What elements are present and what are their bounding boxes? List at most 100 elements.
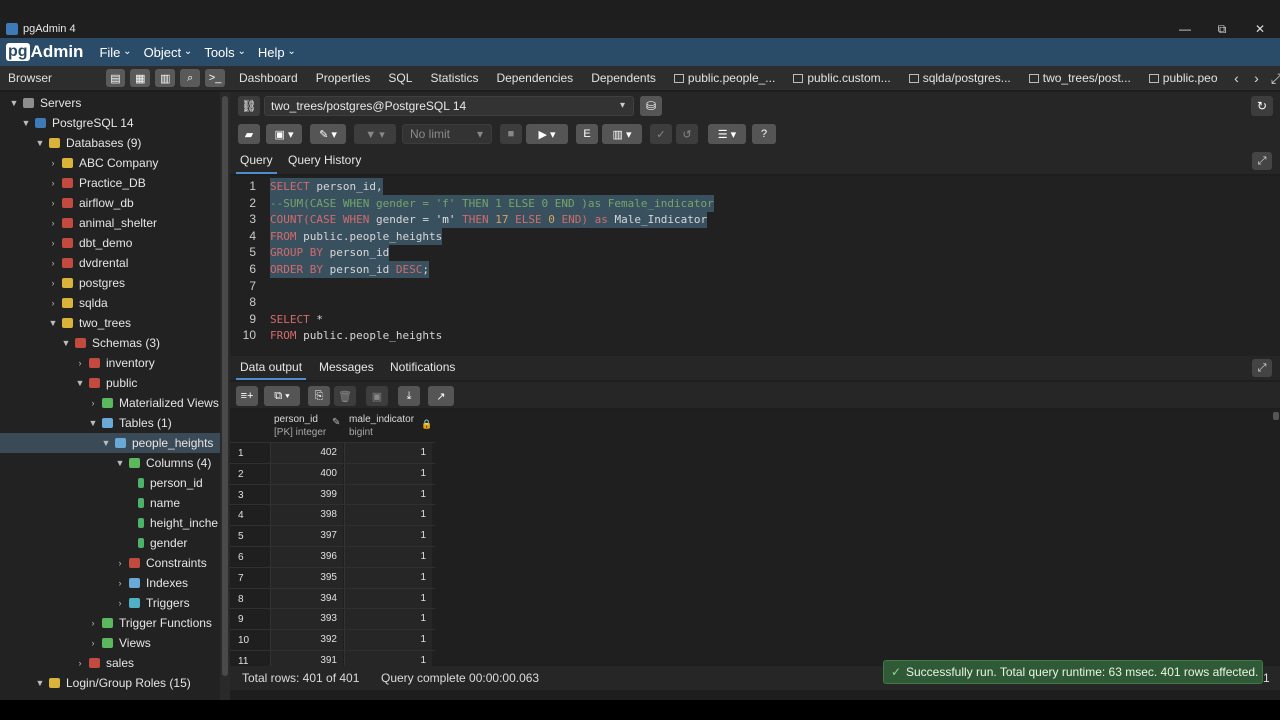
tree-column-gender[interactable]: gender xyxy=(0,533,220,553)
help-icon[interactable]: ? xyxy=(752,124,776,144)
cell-male-indicator[interactable]: 1 xyxy=(344,630,432,651)
cell-person-id[interactable]: 400 xyxy=(270,463,343,484)
menu-file[interactable]: File xyxy=(99,45,131,60)
maximize-editor-icon[interactable]: ⤢ xyxy=(1252,152,1272,170)
cell-person-id[interactable]: 391 xyxy=(270,651,343,666)
cell-person-id[interactable]: 402 xyxy=(270,443,343,463)
tab-notifications[interactable]: Notifications xyxy=(386,356,459,380)
table-row[interactable]: 3 399 1 xyxy=(230,483,435,505)
tree-columns[interactable]: ▼ Columns (4) xyxy=(0,453,220,473)
tab-query-history[interactable]: Query History xyxy=(284,148,365,174)
cell-male-indicator[interactable]: 1 xyxy=(344,609,432,630)
cell-person-id[interactable]: 395 xyxy=(270,567,343,588)
tree-db-dvdrental[interactable]: › dvdrental xyxy=(0,253,220,273)
tree-scrollbar[interactable] xyxy=(220,92,230,700)
tab-dependents[interactable]: Dependents xyxy=(582,71,665,85)
tree-column-height[interactable]: height_inche xyxy=(0,513,220,533)
table-row[interactable]: 4 398 1 xyxy=(230,504,435,526)
tree-schema-public[interactable]: ▼ public xyxy=(0,373,220,393)
save-data-icon[interactable]: ▣ xyxy=(366,386,388,406)
tree-db-dbt-demo[interactable]: › dbt_demo xyxy=(0,233,220,253)
stop-icon[interactable]: ■ xyxy=(500,124,522,144)
query-tool-icon[interactable]: ▤ xyxy=(105,69,126,87)
edit-icon[interactable]: ✎ ▾ xyxy=(310,124,346,144)
delete-icon[interactable]: 🗑 xyxy=(334,386,356,406)
view-data-icon[interactable]: ▦ xyxy=(130,69,151,87)
connection-status-icon[interactable]: ⛓ xyxy=(238,96,260,116)
grid-scrollbar-thumb[interactable] xyxy=(1273,412,1279,420)
table-row[interactable]: 11 391 1 xyxy=(230,650,435,666)
table-row[interactable]: 9 393 1 xyxy=(230,608,435,630)
tab-sql[interactable]: SQL xyxy=(379,71,421,85)
tree-materialized-views[interactable]: › Materialized Views xyxy=(0,393,220,413)
tab-two-trees[interactable]: two_trees/post... xyxy=(1020,71,1140,85)
tree-table-people-heights[interactable]: ▼ people_heights xyxy=(0,433,220,453)
column-header-male-indicator[interactable]: male_indicator bigint 🔒 xyxy=(349,410,433,442)
tree-db-two-trees[interactable]: ▼ two_trees xyxy=(0,313,220,333)
table-row[interactable]: 10 392 1 xyxy=(230,629,435,651)
tab-dependencies[interactable]: Dependencies xyxy=(487,71,582,85)
tab-messages[interactable]: Messages xyxy=(315,356,378,380)
explain-icon[interactable]: E xyxy=(576,124,598,144)
cell-person-id[interactable]: 392 xyxy=(270,630,343,651)
tree-servers[interactable]: ▼ Servers xyxy=(0,93,220,113)
cell-person-id[interactable]: 396 xyxy=(270,547,343,567)
tabs-expand-icon[interactable]: ⤢ xyxy=(1267,70,1280,87)
macros-icon[interactable]: ☰ ▾ xyxy=(708,124,746,144)
filter-icon[interactable]: ▼ ▾ xyxy=(354,124,396,144)
graph-visualiser-icon[interactable]: ↗ xyxy=(428,386,454,406)
tree-databases[interactable]: ▼ Databases (9) xyxy=(0,133,220,153)
cell-person-id[interactable]: 393 xyxy=(270,609,343,630)
tree-views[interactable]: › Views xyxy=(0,633,220,653)
cell-person-id[interactable]: 399 xyxy=(270,484,343,505)
cell-male-indicator[interactable]: 1 xyxy=(344,443,432,463)
tree-db-abc-company[interactable]: › ABC Company xyxy=(0,153,220,173)
tree-scrollbar-thumb[interactable] xyxy=(222,96,228,676)
cell-person-id[interactable]: 398 xyxy=(270,505,343,526)
cell-male-indicator[interactable]: 1 xyxy=(344,567,432,588)
cell-person-id[interactable]: 394 xyxy=(270,588,343,609)
search-objects-icon[interactable]: ⌕ xyxy=(180,69,201,87)
row-limit-select[interactable]: No limit ▾ xyxy=(402,124,492,144)
cell-male-indicator[interactable]: 1 xyxy=(344,651,432,666)
explain-analyze-icon[interactable]: ▥ ▾ xyxy=(602,124,642,144)
maximize-button[interactable]: ⧉ xyxy=(1205,20,1239,38)
tree-tables[interactable]: ▼ Tables (1) xyxy=(0,413,220,433)
execute-icon[interactable]: ▶ ▾ xyxy=(526,124,568,144)
tree-db-postgres[interactable]: › postgres xyxy=(0,273,220,293)
menu-help[interactable]: Help xyxy=(258,45,296,60)
tree-indexes[interactable]: › Indexes xyxy=(0,573,220,593)
tab-statistics[interactable]: Statistics xyxy=(421,71,487,85)
tree-db-sqlda[interactable]: › sqlda xyxy=(0,293,220,313)
cell-male-indicator[interactable]: 1 xyxy=(344,547,432,567)
tab-dashboard[interactable]: Dashboard xyxy=(230,71,307,85)
cell-male-indicator[interactable]: 1 xyxy=(344,505,432,526)
save-icon[interactable]: ▣ ▾ xyxy=(266,124,302,144)
tree-constraints[interactable]: › Constraints xyxy=(0,553,220,573)
tab-properties[interactable]: Properties xyxy=(307,71,380,85)
connection-select[interactable]: two_trees/postgres@PostgreSQL 14 ▾ xyxy=(264,96,634,116)
new-connection-icon[interactable]: ⛁ xyxy=(640,96,662,116)
sql-editor[interactable]: 1 SELECT person_id, 2 --SUM(CASE WHEN gend… xyxy=(230,176,1280,356)
table-row[interactable]: 2 400 1 xyxy=(230,462,435,484)
minimize-button[interactable]: — xyxy=(1168,20,1202,38)
download-icon[interactable]: ⤓ xyxy=(398,386,420,406)
tree-schema-inventory[interactable]: › inventory xyxy=(0,353,220,373)
tab-sqlda-postgres[interactable]: sqlda/postgres... xyxy=(900,71,1020,85)
tab-public-people[interactable]: public.people_... xyxy=(665,71,784,85)
column-header-person-id[interactable]: person_id [PK] integer ✎ xyxy=(274,410,346,442)
tree-column-name[interactable]: name xyxy=(0,493,220,513)
tree-db-animal-shelter[interactable]: › animal_shelter xyxy=(0,213,220,233)
table-row[interactable]: 1 402 1 xyxy=(230,442,435,463)
tree-triggers[interactable]: › Triggers xyxy=(0,593,220,613)
table-row[interactable]: 6 396 1 xyxy=(230,546,435,567)
tab-public-peo[interactable]: public.peo xyxy=(1140,71,1227,85)
close-button[interactable]: ✕ xyxy=(1243,20,1277,38)
tree-login-roles[interactable]: ▼ Login/Group Roles (15) xyxy=(0,673,220,693)
menu-object[interactable]: Object xyxy=(144,45,193,60)
paste-icon[interactable]: ⎘ xyxy=(308,386,330,406)
tree-postgresql-14[interactable]: ▼ PostgreSQL 14 xyxy=(0,113,220,133)
tree-db-airflow[interactable]: › airflow_db xyxy=(0,193,220,213)
success-toast[interactable]: ✓ Successfully run. Total query runtime:… xyxy=(883,660,1263,684)
cell-male-indicator[interactable]: 1 xyxy=(344,526,432,547)
